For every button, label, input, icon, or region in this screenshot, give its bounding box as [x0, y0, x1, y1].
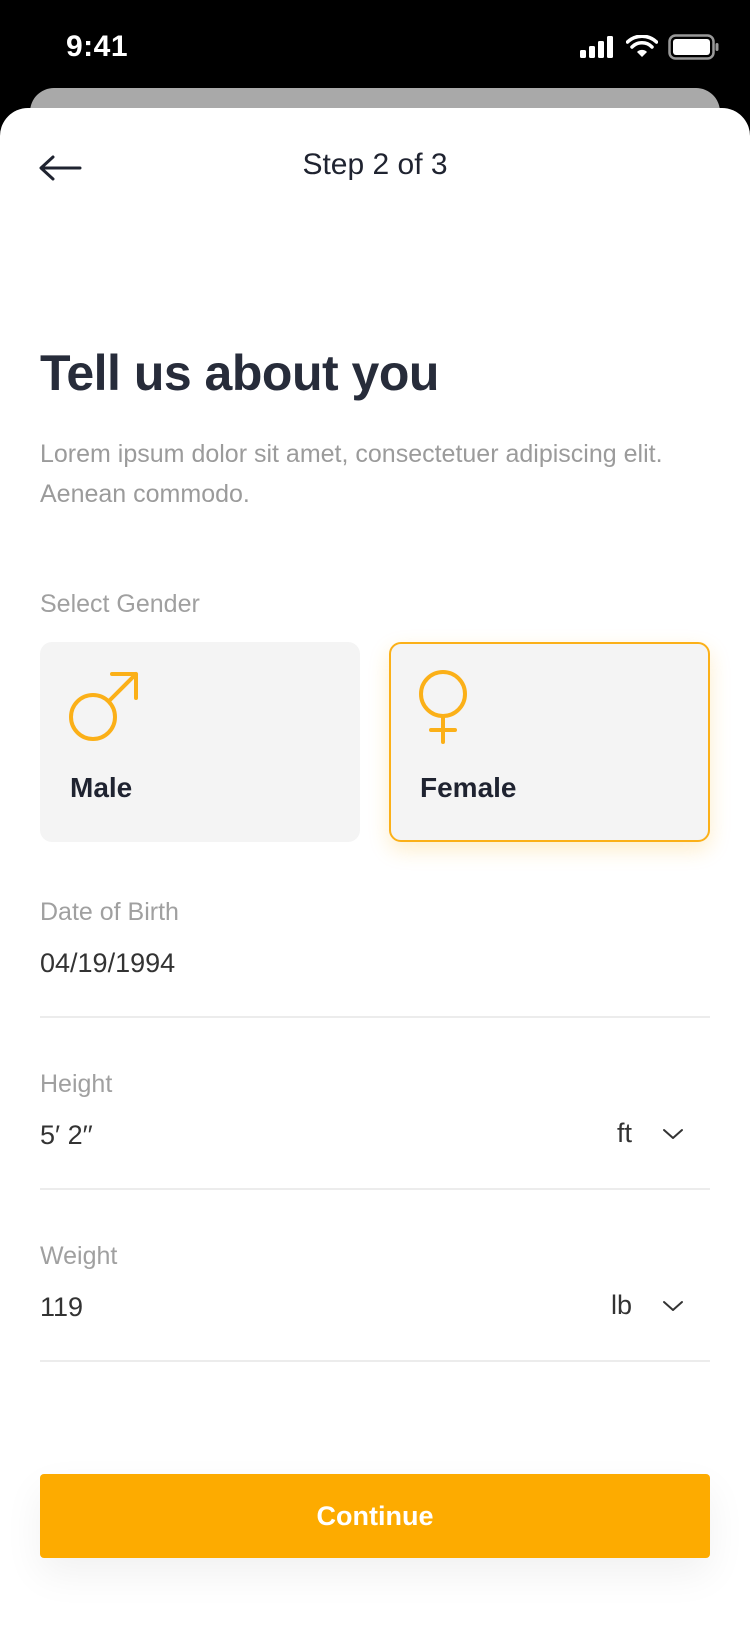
date-of-birth-label: Date of Birth [40, 898, 179, 926]
weight-field[interactable]: Weight 119 lb [40, 1242, 710, 1362]
wifi-icon [626, 35, 658, 57]
weight-label: Weight [40, 1242, 118, 1270]
height-unit: ft [616, 1118, 632, 1148]
signal-icon [580, 36, 613, 58]
step-indicator: Step 2 of 3 [302, 148, 448, 181]
battery-icon [668, 34, 719, 60]
gender-label-male: Male [70, 772, 133, 803]
gender-section-label: Select Gender [40, 590, 200, 618]
page-title: Tell us about you [40, 345, 439, 401]
date-of-birth-field[interactable]: Date of Birth 04/19/1994 [40, 898, 710, 1018]
gender-label-female: Female [420, 772, 517, 803]
height-value[interactable]: 5′ 2′′ [40, 1120, 93, 1151]
date-of-birth-value[interactable]: 04/19/1994 [40, 948, 175, 979]
status-time: 9:41 [66, 30, 129, 63]
female-symbol-icon [419, 670, 467, 744]
weight-value[interactable]: 119 [40, 1292, 83, 1323]
height-label: Height [40, 1070, 113, 1098]
male-symbol-icon [69, 672, 138, 741]
weight-unit: lb [610, 1290, 632, 1320]
chevron-down-icon [663, 1128, 683, 1139]
height-field[interactable]: Height 5′ 2′′ ft [40, 1070, 710, 1190]
gender-option-female[interactable]: Female [389, 642, 710, 842]
height-unit-select[interactable]: ft [617, 1118, 684, 1149]
page-subtitle: Lorem ipsum dolor sit amet, consectetuer… [40, 440, 663, 508]
status-icons [580, 34, 720, 60]
gender-option-male[interactable]: Male [40, 642, 360, 842]
onboarding-sheet: Step 2 of 3 Tell us about you Lorem ipsu… [0, 108, 750, 1628]
chevron-down-icon [663, 1300, 683, 1311]
continue-button[interactable]: Continue [40, 1474, 710, 1558]
weight-unit-select[interactable]: lb [611, 1290, 684, 1321]
